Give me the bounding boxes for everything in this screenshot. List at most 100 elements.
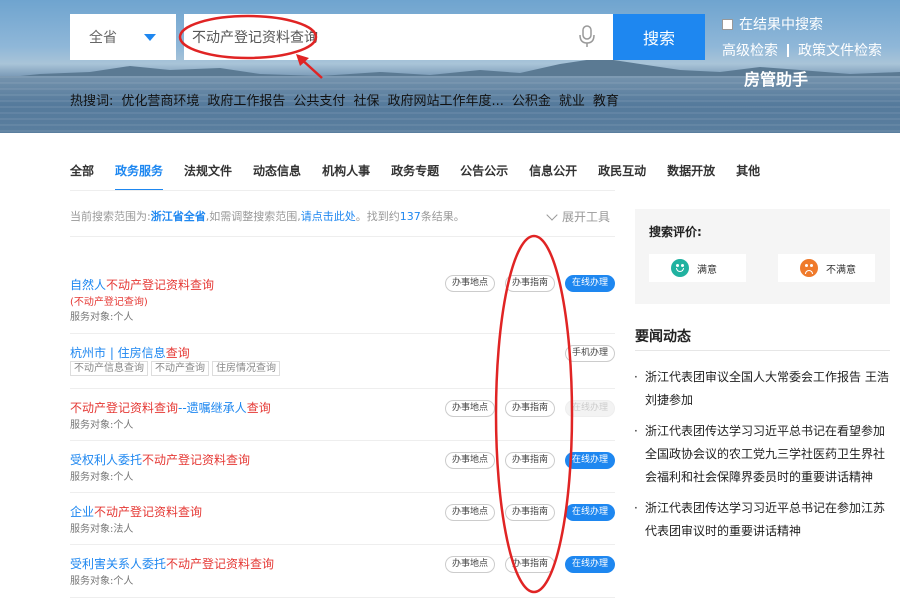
result-tag[interactable]: 不动产信息查询 <box>70 361 148 376</box>
service-guide-button[interactable]: 办事指南 <box>504 556 555 573</box>
news-item[interactable]: 浙江代表团传达学习习近平总书记在看望参加全国政协会议的农工党九三学社医药卫生界社… <box>634 420 890 489</box>
online-handle-button[interactable]: 在线办理 <box>564 504 615 521</box>
result-title-part: 查询 <box>165 346 190 360</box>
office-location-button[interactable]: 办事地点 <box>444 556 495 573</box>
result-title-part: 杭州市 | 住房信息 <box>70 346 166 360</box>
scope-found-suffix: 条结果。 <box>420 210 465 223</box>
housing-assistant-link[interactable]: 房管助手 <box>744 66 808 90</box>
tab-item[interactable]: 公告公示 <box>460 162 508 191</box>
result-title-part: 企业 <box>70 505 95 519</box>
result-title-part: --遗嘱继承人 <box>178 401 247 415</box>
result-title-part: 不动产登记资料查询 <box>70 401 179 415</box>
search-within-checkbox[interactable] <box>722 18 733 30</box>
hot-word[interactable]: 公共支付 <box>293 90 345 109</box>
hot-search-words: 热搜词: 优化营商环境 政府工作报告 公共支付 社保 政府网站工作年度... 公… <box>70 90 619 109</box>
search-results-page: 全省 搜索 在结果中搜索 高级检索 政策文件检索 房管助手 热搜词: 优化营商环… <box>0 0 900 600</box>
search-box[interactable] <box>184 14 614 60</box>
tab-item[interactable]: 机构人事 <box>322 162 370 191</box>
office-location-button[interactable]: 办事地点 <box>444 452 495 469</box>
service-guide-button[interactable]: 办事指南 <box>504 504 555 521</box>
unsatisfied-button[interactable]: 不满意 <box>778 254 875 282</box>
region-select[interactable]: 全省 <box>70 14 176 60</box>
result-row: 企业不动产登记资料查询服务对象:法人 办事地点 办事指南 在线办理 <box>70 493 615 545</box>
hot-word[interactable]: 就业 <box>559 90 585 109</box>
result-title-link[interactable]: 受利害关系人委托不动产登记资料查询 <box>70 555 274 572</box>
tab-item[interactable]: 全部 <box>70 162 94 191</box>
hot-word[interactable]: 社保 <box>353 90 379 109</box>
tab-item[interactable]: 动态信息 <box>253 162 301 191</box>
result-title-link[interactable]: 不动产登记资料查询--遗嘱继承人查询 <box>70 399 271 416</box>
search-evaluation-panel: 搜索评价: 满意 不满意 <box>635 209 890 304</box>
office-location-button[interactable]: 办事地点 <box>444 400 495 417</box>
result-service-target: 服务对象:个人 <box>70 472 134 483</box>
service-guide-button[interactable]: 办事指南 <box>504 452 555 469</box>
caret-down-icon <box>144 34 156 41</box>
adjust-scope-link[interactable]: 请点击此处 <box>301 210 356 223</box>
result-actions: 办事地点 办事指南 在线办理 <box>444 452 615 469</box>
tab-item[interactable]: 信息公开 <box>529 162 577 191</box>
result-tag[interactable]: 不动产查询 <box>151 361 209 376</box>
tab-item[interactable]: 政务服务 <box>115 162 164 191</box>
mobile-handle-button[interactable]: 手机办理 <box>564 345 615 362</box>
scope-region: 浙江省全省 <box>150 210 206 223</box>
result-title-link[interactable]: 企业不动产登记资料查询 <box>70 503 202 520</box>
result-service-target: 服务对象:法人 <box>70 524 134 535</box>
smile-face-icon <box>671 259 689 277</box>
office-location-button[interactable]: 办事地点 <box>444 275 495 292</box>
policy-search-link[interactable]: 政策文件检索 <box>798 40 882 60</box>
news-item[interactable]: 浙江代表团审议全国人大常委会工作报告 王浩刘捷参加 <box>634 366 890 412</box>
news-item[interactable]: 浙江代表团传达学习习近平总书记在参加江苏代表团审议时的重要讲话精神 <box>634 497 890 543</box>
link-divider <box>787 43 789 57</box>
service-guide-button[interactable]: 办事指南 <box>504 400 555 417</box>
expand-tools-button[interactable]: 展开工具 <box>546 208 611 225</box>
hot-word[interactable]: 优化营商环境 <box>121 90 199 109</box>
result-count: 137 <box>399 210 421 223</box>
microphone-icon[interactable] <box>578 25 596 49</box>
news-item-text: 浙江代表团审议全国人大常委会工作报告 王浩刘捷参加 <box>645 370 889 407</box>
result-row: 自然人不动产登记资料查询 (不动产登记查询) 服务对象:个人 办事地点 办事指南 在线办理 <box>70 252 615 334</box>
expand-tools-label: 展开工具 <box>562 210 611 224</box>
result-title-link[interactable]: 自然人不动产登记资料查询 <box>70 276 214 293</box>
service-guide-button[interactable]: 办事指南 <box>504 275 555 292</box>
news-item-text: 浙江代表团传达学习习近平总书记在参加江苏代表团审议时的重要讲话精神 <box>645 501 886 538</box>
result-title-part: 查询 <box>246 401 271 415</box>
result-service-target: 服务对象:个人 <box>70 420 134 431</box>
search-within-results[interactable]: 在结果中搜索 <box>722 14 823 34</box>
hot-word[interactable]: 政府工作报告 <box>207 90 285 109</box>
scope-found-prefix: 。找到约 <box>355 210 400 223</box>
tab-item[interactable]: 其他 <box>736 162 760 191</box>
tab-item[interactable]: 政务专题 <box>391 162 439 191</box>
news-title: 要闻动态 <box>635 329 691 345</box>
result-row: 受利害关系人委托不动产登记资料查询 服务对象:个人 办事地点 办事指南 在线办理 <box>70 545 615 598</box>
result-title-link[interactable]: 杭州市 | 住房信息查询 <box>70 344 190 361</box>
online-handle-button[interactable]: 在线办理 <box>564 556 615 573</box>
result-actions: 办事地点 办事指南 在线办理 <box>444 275 615 292</box>
hot-word[interactable]: 教育 <box>593 90 619 109</box>
result-tags: 不动产信息查询 不动产查询 住房情况查询 <box>70 361 280 376</box>
result-actions: 办事地点 办事指南 在线办理 <box>444 504 615 521</box>
category-tabs: 全部 政务服务 法规文件 动态信息 机构人事 政务专题 公告公示 信息公开 政民互动 数据开放 其他 <box>70 162 781 191</box>
hot-word[interactable]: 公积金 <box>512 90 551 109</box>
result-tag[interactable]: 住房情况查询 <box>212 361 280 376</box>
scope-prefix: 当前搜索范围为: <box>70 210 151 223</box>
satisfied-button[interactable]: 满意 <box>649 254 746 282</box>
tab-item[interactable]: 政民互动 <box>598 162 646 191</box>
result-title-link[interactable]: 受权利人委托不动产登记资料查询 <box>70 451 250 468</box>
online-handle-button: 在线办理 <box>564 400 615 417</box>
tab-item[interactable]: 数据开放 <box>667 162 715 191</box>
hot-word[interactable]: 政府网站工作年度... <box>387 90 503 109</box>
result-title-part: 不动产登记资料查询 <box>106 278 215 292</box>
result-title-part: 不动产登记资料查询 <box>142 453 251 467</box>
result-title-part: 自然人 <box>70 278 107 292</box>
search-button[interactable]: 搜索 <box>613 14 705 60</box>
result-title-part: 不动产登记资料查询 <box>166 557 275 571</box>
tab-item[interactable]: 法规文件 <box>184 162 232 191</box>
advanced-search-link[interactable]: 高级检索 <box>722 40 778 60</box>
search-input[interactable] <box>192 14 572 60</box>
hot-search-label: 热搜词: <box>70 94 114 109</box>
online-handle-button[interactable]: 在线办理 <box>564 275 615 292</box>
online-handle-button[interactable]: 在线办理 <box>564 452 615 469</box>
result-title-part: 受利害关系人委托 <box>70 557 167 571</box>
office-location-button[interactable]: 办事地点 <box>444 504 495 521</box>
result-actions: 办事地点 办事指南 在线办理 <box>444 400 615 417</box>
